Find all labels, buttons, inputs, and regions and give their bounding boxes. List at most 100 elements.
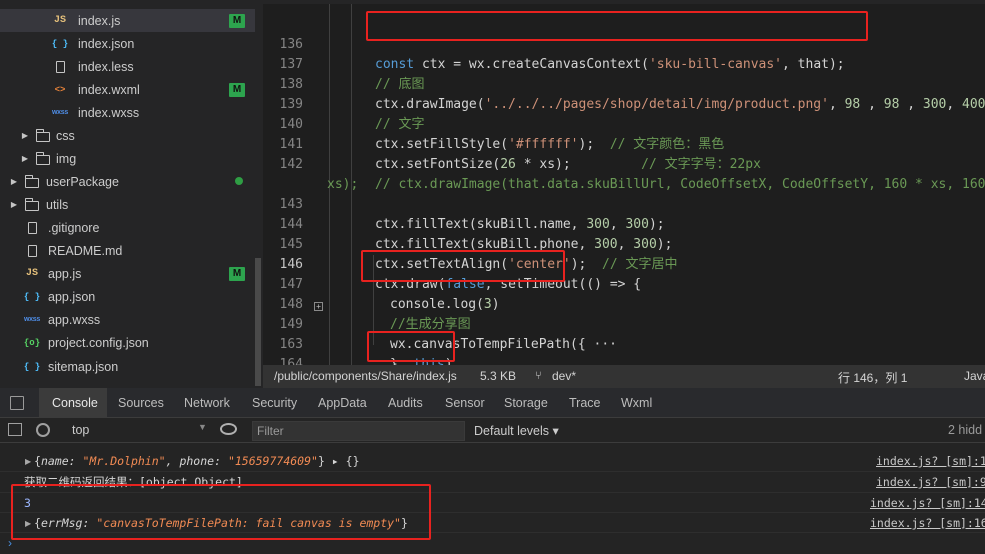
folder-icon xyxy=(33,128,53,143)
modified-badge: M xyxy=(229,82,245,97)
tree-item-index-js[interactable]: JS index.js M xyxy=(0,9,255,32)
tree-item-index-less[interactable]: index.less xyxy=(0,55,255,78)
tree-item-label: index.json xyxy=(78,36,135,51)
tree-item-label: project.config.json xyxy=(48,335,149,350)
tree-item-label: README.md xyxy=(48,243,123,258)
tree-item-project-config[interactable]: {o} project.config.json xyxy=(0,331,255,354)
code-line-wrapped: xs); xyxy=(263,155,985,192)
git-branch[interactable]: dev* xyxy=(552,369,576,383)
file-path[interactable]: /public/components/Share/index.js xyxy=(274,369,457,383)
filter-box[interactable] xyxy=(252,421,465,441)
wxss-file-icon: wxss xyxy=(24,316,40,323)
tree-item-label: img xyxy=(56,151,77,166)
tab-wxml[interactable]: Wxml xyxy=(621,396,652,410)
chevron-right-icon: ▶ xyxy=(21,154,29,163)
tree-item-index-json[interactable]: { } index.json xyxy=(0,32,255,55)
expand-triangle-icon[interactable]: ▶ xyxy=(25,452,31,472)
js-file-icon: JS xyxy=(25,268,38,279)
log-levels-dropdown[interactable]: Default levels ▾ xyxy=(474,423,559,438)
fold-expand-icon[interactable]: + xyxy=(314,302,323,311)
console-message: ▶ {name: "Mr.Dolphin", phone: "156597746… xyxy=(0,451,985,471)
code-line: 140 ctx.setFillStyle('#ffffff'); // 文字颜色… xyxy=(263,95,985,152)
code-line: 142 // ctx.drawImage(that.data.skuBillUr… xyxy=(263,135,985,192)
folder-icon xyxy=(22,174,42,189)
highlight-box xyxy=(367,331,455,362)
tree-item-label: css xyxy=(56,128,75,143)
folder-icon xyxy=(22,197,42,212)
code-line: 143 ctx.fillText(skuBill.name, 300, 300)… xyxy=(263,175,985,232)
chevron-right-icon: ▶ xyxy=(21,131,29,140)
editor-tab-bar xyxy=(263,0,985,4)
tree-folder-utils[interactable]: ▶ utils xyxy=(0,193,255,216)
sidebar-toggle-icon[interactable] xyxy=(8,423,22,436)
code-line: 144 ctx.fillText(skuBill.phone, 300, 300… xyxy=(263,195,985,252)
tree-item-sitemap[interactable]: { } sitemap.json xyxy=(0,355,255,378)
code-line: 141 ctx.setFontSize(26 * xs); // 文字字号：22… xyxy=(263,115,985,172)
modified-badge: M xyxy=(229,266,245,281)
tree-folder-img[interactable]: ▶ img xyxy=(0,147,255,170)
tree-item-app-js[interactable]: JS app.js M xyxy=(0,262,255,285)
chevron-right-icon: ▶ xyxy=(10,177,18,186)
devtools-panel: Console Sources Network Security AppData… xyxy=(0,388,985,554)
modified-badge: M xyxy=(229,13,245,28)
file-icon xyxy=(22,244,42,258)
tree-item-index-wxss[interactable]: wxss index.wxss xyxy=(0,101,255,124)
eye-icon[interactable] xyxy=(220,423,237,435)
tab-storage[interactable]: Storage xyxy=(504,396,548,410)
file-icon xyxy=(22,221,42,235)
folder-icon xyxy=(33,151,53,166)
git-status-dot xyxy=(235,177,243,185)
tab-sources[interactable]: Sources xyxy=(118,396,164,410)
chevron-down-icon[interactable]: ▼ xyxy=(198,422,207,432)
highlight-box xyxy=(11,484,431,540)
filter-input[interactable] xyxy=(253,422,464,440)
tree-item-label: app.js xyxy=(48,266,82,281)
tree-item-readme[interactable]: README.md xyxy=(0,239,255,262)
code-line: 138 ctx.drawImage('../../../pages/shop/d… xyxy=(263,55,985,112)
source-link[interactable]: index.js? [sm]:98 xyxy=(876,472,985,492)
file-size: 5.3 KB xyxy=(480,369,517,383)
tree-folder-userpackage[interactable]: ▶ userPackage xyxy=(0,170,255,193)
tab-sensor[interactable]: Sensor xyxy=(445,396,485,410)
tab-network[interactable]: Network xyxy=(184,396,230,410)
clear-console-icon[interactable] xyxy=(36,423,50,437)
tab-audits[interactable]: Audits xyxy=(388,396,423,410)
tree-item-label: index.less xyxy=(78,59,134,74)
tree-item-app-wxss[interactable]: wxss app.wxss xyxy=(0,308,255,331)
code-line-folded: 149 wx.canvasToTempFilePath({ ··· xyxy=(263,295,985,352)
tree-item-label: .gitignore xyxy=(48,220,100,235)
editor-status-bar: /public/components/Share/index.js 5.3 KB… xyxy=(263,365,985,388)
context-selector[interactable]: top xyxy=(72,423,89,437)
source-link[interactable]: index.js? [sm]:148 xyxy=(870,493,985,513)
tree-item-label: index.wxss xyxy=(78,105,140,120)
json-file-icon: { } xyxy=(23,291,41,302)
tree-folder-css[interactable]: ▶ css xyxy=(0,124,255,147)
wxss-file-icon: wxss xyxy=(52,109,68,116)
chevron-right-icon: ▶ xyxy=(10,200,18,209)
tab-appdata[interactable]: AppData xyxy=(318,396,367,410)
tree-item-label: sitemap.json xyxy=(48,359,119,374)
tab-console[interactable]: Console xyxy=(52,396,98,410)
cursor-position[interactable]: 行 146，列 1 xyxy=(838,369,907,386)
tree-item-app-json[interactable]: { } app.json xyxy=(0,285,255,308)
devtools-tab-bar: Console Sources Network Security AppData… xyxy=(0,388,985,418)
tree-item-gitignore[interactable]: .gitignore xyxy=(0,216,255,239)
tab-trace[interactable]: Trace xyxy=(569,396,601,410)
code-line: 145 ctx.setTextAlign('center'); // 文字居中 xyxy=(263,215,985,272)
tree-item-label: index.wxml xyxy=(78,82,140,97)
highlight-box xyxy=(361,250,565,282)
tree-item-index-wxml[interactable]: <> index.wxml M xyxy=(0,78,255,101)
inspect-element-icon[interactable] xyxy=(10,396,24,410)
source-link[interactable]: index.js? [sm]:15 xyxy=(876,451,985,471)
console-object[interactable]: {name: "Mr.Dolphin", phone: "15659774609… xyxy=(34,451,360,471)
sidebar-scrollbar[interactable] xyxy=(255,258,261,386)
source-link[interactable]: index.js? [sm]:162 xyxy=(870,513,985,533)
code-editor[interactable]: 136 const ctx = wx.createCanvasContext('… xyxy=(263,0,985,365)
git-branch-icon: ⑂ xyxy=(535,369,542,382)
language-mode[interactable]: Java xyxy=(964,369,985,383)
tab-security[interactable]: Security xyxy=(252,396,297,410)
file-explorer: JS index.js M { } index.json index.less … xyxy=(0,0,263,388)
tree-item-label: utils xyxy=(46,197,69,212)
wxml-file-icon: <> xyxy=(54,84,66,95)
project-config-icon: {o} xyxy=(23,337,41,348)
